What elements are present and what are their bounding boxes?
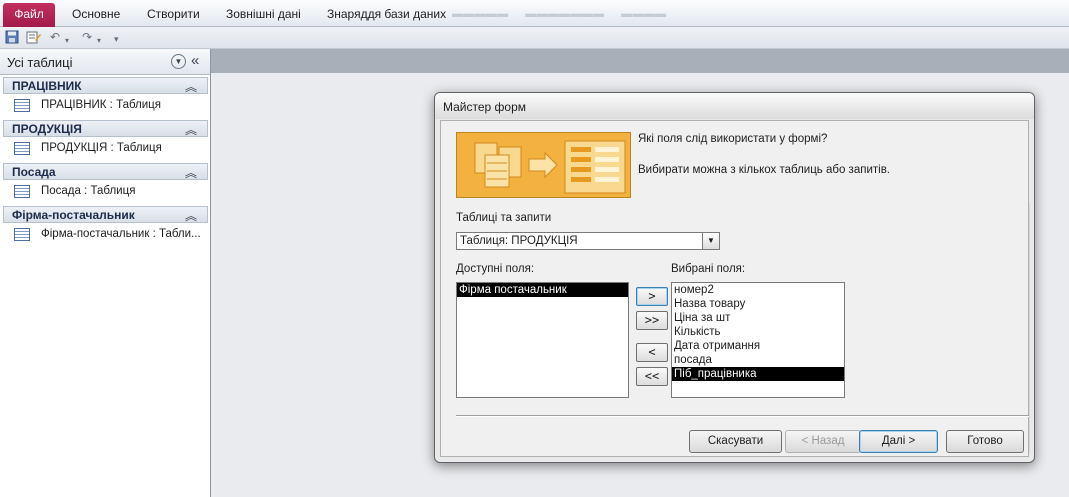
nav-group-pratsivnyk[interactable]: ПРАЦІВНИК ︽ <box>3 77 208 94</box>
list-item[interactable]: Дата отримання <box>672 339 844 353</box>
finish-button[interactable]: Готово <box>946 430 1024 453</box>
nav-group-title: Фірма-постачальник <box>12 208 135 222</box>
dialog-titlebar[interactable]: Майстер форм <box>435 93 1034 119</box>
table-icon <box>14 185 30 198</box>
workspace-header-strip <box>211 49 1069 73</box>
collapse-pane-icon[interactable]: « <box>191 52 199 69</box>
wizard-question: Які поля слід використати у формі? <box>638 133 828 145</box>
collapse-group-icon[interactable]: ︽ <box>185 207 197 224</box>
ribbon: Файл Основне Створити Зовнішні дані Знар… <box>0 0 1069 27</box>
nav-group-firma-postachalnyk[interactable]: Фірма-постачальник ︽ <box>3 206 208 223</box>
nav-pane-title: Усі таблиці <box>7 55 73 70</box>
list-item[interactable]: номер2 <box>672 283 844 297</box>
wizard-illustration <box>456 132 631 198</box>
ghost-tabs: ▬▬▬▬▬ ▬▬▬▬▬▬▬ ▬▬▬▬ <box>452 8 667 20</box>
available-fields-label: Доступні поля: <box>456 263 535 275</box>
table-icon <box>14 99 30 112</box>
save-icon[interactable] <box>5 30 19 48</box>
chosen-fields-label: Вибрані поля: <box>671 263 746 275</box>
list-item[interactable]: Фірма постачальник <box>457 283 628 297</box>
nav-group-produktsiia[interactable]: ПРОДУКЦІЯ ︽ <box>3 120 208 137</box>
collapse-group-icon[interactable]: ︽ <box>185 164 197 181</box>
nav-group-title: ПРАЦІВНИК <box>12 79 82 93</box>
chevron-down-icon[interactable]: ▾ <box>97 33 101 48</box>
chevron-down-icon[interactable]: ▼ <box>702 233 719 249</box>
add-field-button[interactable]: > <box>636 287 668 306</box>
remove-all-fields-button[interactable]: << <box>636 367 668 386</box>
tab-external-data[interactable]: Зовнішні дані <box>226 7 301 21</box>
dialog-body: Які поля слід використати у формі? Вибир… <box>440 120 1029 457</box>
tab-create[interactable]: Створити <box>147 7 200 21</box>
collapse-group-icon[interactable]: ︽ <box>185 78 197 95</box>
nav-item-label: ПРАЦІВНИК : Таблиця <box>41 99 161 111</box>
redo-icon[interactable]: ↷ <box>82 30 92 45</box>
next-button[interactable]: Далі > <box>859 430 938 453</box>
list-item[interactable]: Назва товару <box>672 297 844 311</box>
nav-group-title: ПРОДУКЦІЯ <box>12 122 82 136</box>
tables-select-value: Таблиця: ПРОДУКЦІЯ <box>460 235 578 247</box>
dialog-separator <box>456 415 1029 417</box>
collapse-group-icon[interactable]: ︽ <box>185 121 197 138</box>
cancel-button[interactable]: Скасувати <box>689 430 782 453</box>
chevron-down-icon[interactable]: ▼ <box>171 54 186 69</box>
back-button[interactable]: < Назад <box>785 430 861 453</box>
navigation-pane: Усі таблиці ▼ « ПРАЦІВНИК ︽ ПРАЦІВНИК : … <box>0 49 211 497</box>
form-wizard-dialog: Майстер форм Які поля слід використати у… <box>434 92 1035 463</box>
quick-access-toolbar: ↶ ▾ ↷ ▾ ▾ <box>0 27 1069 49</box>
table-icon <box>14 228 30 241</box>
nav-item-label: ПРОДУКЦІЯ : Таблиця <box>41 142 162 154</box>
tab-database-tools[interactable]: Знаряддя бази даних <box>327 7 446 21</box>
nav-group-posada[interactable]: Посада ︽ <box>3 163 208 180</box>
file-tab[interactable]: Файл <box>3 3 55 27</box>
chevron-down-icon[interactable]: ▾ <box>65 33 69 48</box>
tables-queries-select[interactable]: Таблиця: ПРОДУКЦІЯ ▼ <box>456 232 720 250</box>
nav-group-title: Посада <box>12 165 56 179</box>
nav-item-firma-postachalnyk-table[interactable]: Фірма-постачальник : Табли... <box>3 224 208 246</box>
dialog-title: Майстер форм <box>443 100 527 114</box>
list-item[interactable]: Кількість <box>672 325 844 339</box>
list-item[interactable]: Ціна за шт <box>672 311 844 325</box>
wizard-hint: Вибирати можна з кількох таблиць або зап… <box>638 164 890 176</box>
tab-home[interactable]: Основне <box>72 7 120 21</box>
nav-item-label: Фірма-постачальник : Табли... <box>41 228 201 240</box>
list-item[interactable]: Піб_працівника <box>672 367 844 381</box>
nav-item-produktsiia-table[interactable]: ПРОДУКЦІЯ : Таблиця <box>3 138 208 160</box>
nav-pane-header[interactable]: Усі таблиці ▼ « <box>0 49 210 75</box>
add-all-fields-button[interactable]: >> <box>636 311 668 330</box>
layout-view-icon[interactable] <box>26 30 41 48</box>
nav-item-posada-table[interactable]: Посада : Таблиця <box>3 181 208 203</box>
undo-icon[interactable]: ↶ <box>50 30 60 45</box>
nav-item-label: Посада : Таблиця <box>41 185 136 197</box>
available-fields-list[interactable]: Фірма постачальник <box>456 282 629 398</box>
list-item[interactable]: посада <box>672 353 844 367</box>
remove-field-button[interactable]: < <box>636 343 668 362</box>
tables-label: Таблиці та запити <box>456 212 552 224</box>
nav-item-pratsivnyk-table[interactable]: ПРАЦІВНИК : Таблиця <box>3 95 208 117</box>
table-icon <box>14 142 30 155</box>
customize-qat-icon[interactable]: ▾ <box>114 32 119 47</box>
chosen-fields-list[interactable]: номер2 Назва товару Ціна за шт Кількість Дат… <box>671 282 845 398</box>
